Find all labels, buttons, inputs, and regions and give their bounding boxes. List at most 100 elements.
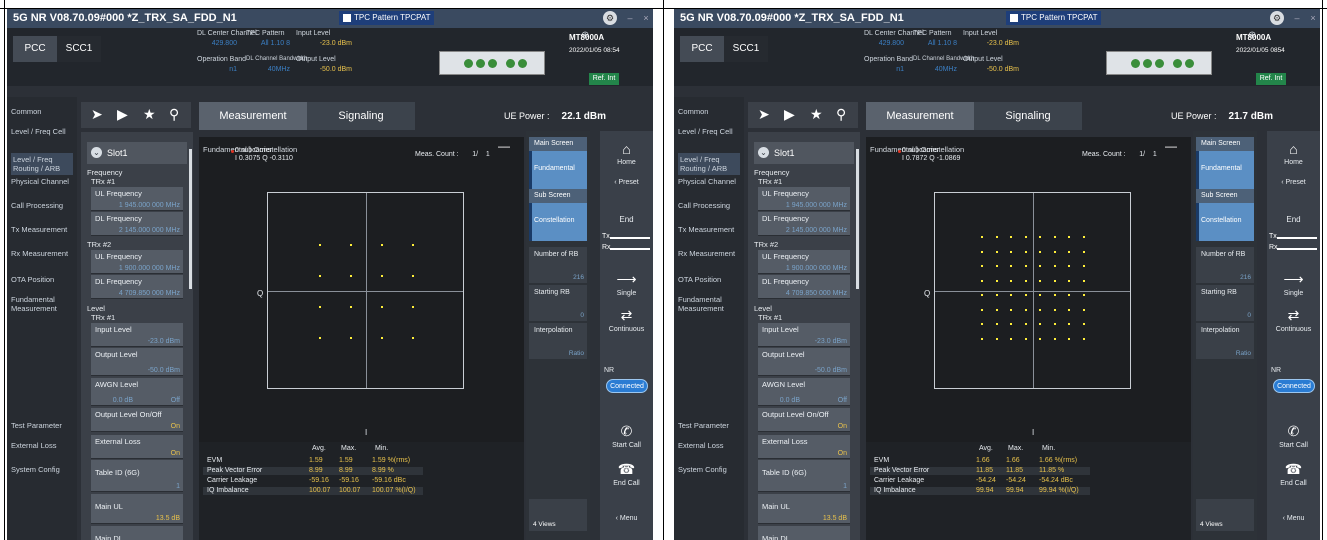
end-button[interactable]: End: [600, 215, 653, 224]
preset-button[interactable]: ‹ Preset: [600, 179, 653, 186]
sidebar-item-10[interactable]: External Loss: [678, 441, 740, 450]
tpc-pattern-badge[interactable]: TPC Pattern TPCPAT: [1006, 11, 1102, 25]
output-onoff-field[interactable]: Output Level On/Off On: [758, 408, 850, 432]
sidebar-item-7[interactable]: OTA Position: [678, 275, 740, 284]
search-icon[interactable]: ⚲: [169, 106, 179, 123]
tab-signaling[interactable]: Signaling: [307, 102, 415, 130]
collapse-icon[interactable]: —: [1165, 139, 1177, 153]
sidebar-item-8[interactable]: Fundamental Measurement: [678, 295, 740, 313]
sidebar-item-3[interactable]: Physical Channel: [678, 177, 740, 186]
home-button[interactable]: ⌂ Home: [1267, 141, 1320, 166]
menu-button[interactable]: ‹ Menu: [600, 515, 653, 522]
collapse-icon[interactable]: —: [498, 139, 510, 153]
parameter-scrollbar[interactable]: [189, 149, 192, 289]
sidebar-item-4[interactable]: Call Processing: [678, 201, 740, 210]
ul-frequency2-field[interactable]: UL Frequency 1 900.000 000 MHz: [758, 250, 850, 274]
star-icon[interactable]: ★: [143, 106, 156, 123]
dl-frequency2-field[interactable]: DL Frequency 4 709.850 000 MHz: [758, 275, 850, 299]
continuous-button[interactable]: ⇄ Continuous: [1267, 307, 1320, 333]
output-onoff-field[interactable]: Output Level On/Off On: [91, 408, 183, 432]
sidebar-item-2[interactable]: Level / Freq Routing / ARB: [11, 153, 73, 175]
ul-frequency-field[interactable]: UL Frequency 1 945.000 000 MHz: [91, 187, 183, 211]
sidebar-item-2[interactable]: Level / Freq Routing / ARB: [678, 153, 740, 175]
tpc-pattern-badge[interactable]: TPC Pattern TPCPAT: [339, 11, 435, 25]
main-ul-field[interactable]: Main UL 13.5 dB: [758, 494, 850, 524]
ref-int-button[interactable]: Ref. Int: [1256, 73, 1286, 85]
menu-button[interactable]: ‹ Menu: [1267, 515, 1320, 522]
sidebar-item-0[interactable]: Common: [11, 107, 73, 116]
connected-status-button[interactable]: Connected: [606, 379, 648, 393]
constellation-button[interactable]: Constellation: [1196, 203, 1254, 241]
external-loss-field[interactable]: External Loss On: [758, 435, 850, 459]
slot-selector[interactable]: ⌄ Slot1: [87, 142, 187, 164]
tab-measurement[interactable]: Measurement: [199, 102, 307, 130]
main-ul-field[interactable]: Main UL 13.5 dB: [91, 494, 183, 524]
sidebar-item-11[interactable]: System Config: [11, 465, 73, 474]
input-level-field[interactable]: Input Level -23.0 dBm: [758, 323, 850, 347]
sidebar-item-9[interactable]: Test Parameter: [11, 421, 73, 430]
sidebar-item-0[interactable]: Common: [678, 107, 740, 116]
tab-scc1[interactable]: SCC1: [724, 36, 768, 62]
sidebar-item-7[interactable]: OTA Position: [11, 275, 73, 284]
table-id-field[interactable]: Table ID (6G) 1: [91, 460, 183, 492]
close-icon[interactable]: ×: [639, 11, 653, 25]
output-level-field[interactable]: Output Level -50.0 dBm: [758, 348, 850, 376]
tab-scc1[interactable]: SCC1: [57, 36, 101, 62]
constellation-button[interactable]: Constellation: [529, 203, 587, 241]
awgn-level-field[interactable]: AWGN Level 0.0 dB Off: [758, 378, 850, 406]
tab-pcc[interactable]: PCC: [13, 36, 57, 62]
output-level-field[interactable]: Output Level -50.0 dBm: [91, 348, 183, 376]
input-level-field[interactable]: Input Level -23.0 dBm: [91, 323, 183, 347]
sidebar-item-4[interactable]: Call Processing: [11, 201, 73, 210]
sidebar-item-3[interactable]: Physical Channel: [11, 177, 73, 186]
number-of-rb-field[interactable]: Number of RB 216: [529, 247, 587, 283]
main-dl-field[interactable]: Main DL13.5 dB: [91, 526, 183, 540]
tab-pcc[interactable]: PCC: [680, 36, 724, 62]
awgn-level-field[interactable]: AWGN Level 0.0 dB Off: [91, 378, 183, 406]
interpolation-field[interactable]: Interpolation Ratio: [1196, 323, 1254, 359]
start-call-button[interactable]: ✆ Start Call: [600, 423, 653, 449]
sidebar-item-8[interactable]: Fundamental Measurement: [11, 295, 73, 313]
preset-button[interactable]: ‹ Preset: [1267, 179, 1320, 186]
ref-int-button[interactable]: Ref. Int: [589, 73, 619, 85]
tab-signaling[interactable]: Signaling: [974, 102, 1082, 130]
sequence-icon[interactable]: ▶: [784, 106, 795, 123]
slot-selector[interactable]: ⌄ Slot1: [754, 142, 854, 164]
starting-rb-field[interactable]: Starting RB 0: [529, 285, 587, 321]
continuous-button[interactable]: ⇄ Continuous: [600, 307, 653, 333]
views-button[interactable]: 4 Views: [1196, 499, 1254, 531]
dl-frequency2-field[interactable]: DL Frequency 4 709.850 000 MHz: [91, 275, 183, 299]
dl-frequency-field[interactable]: DL Frequency 2 145.000 000 MHz: [91, 212, 183, 236]
sidebar-item-5[interactable]: Tx Measurement: [11, 225, 73, 234]
end-call-button[interactable]: ☎ End Call: [600, 461, 653, 487]
fundamental-button[interactable]: Fundamental: [1196, 151, 1254, 189]
search-icon[interactable]: ⚲: [836, 106, 846, 123]
starting-rb-field[interactable]: Starting RB 0: [1196, 285, 1254, 321]
sidebar-item-5[interactable]: Tx Measurement: [678, 225, 740, 234]
views-button[interactable]: 4 Views: [529, 499, 587, 531]
connected-status-button[interactable]: Connected: [1273, 379, 1315, 393]
sidebar-item-6[interactable]: Rx Measurement: [11, 249, 73, 258]
interpolation-field[interactable]: Interpolation Ratio: [529, 323, 587, 359]
main-dl-field[interactable]: Main DL13.5 dB: [758, 526, 850, 540]
settings-icon[interactable]: ⚙: [1270, 11, 1284, 25]
sidebar-item-1[interactable]: Level / Freq Cell: [678, 127, 740, 136]
minimize-icon[interactable]: –: [623, 11, 637, 25]
single-button[interactable]: ⟶ Single: [600, 271, 653, 297]
external-loss-field[interactable]: External Loss On: [91, 435, 183, 459]
close-icon[interactable]: ×: [1306, 11, 1320, 25]
number-of-rb-field[interactable]: Number of RB 216: [1196, 247, 1254, 283]
play-icon[interactable]: ➤: [91, 106, 103, 123]
single-button[interactable]: ⟶ Single: [1267, 271, 1320, 297]
ul-frequency2-field[interactable]: UL Frequency 1 900.000 000 MHz: [91, 250, 183, 274]
minimize-icon[interactable]: –: [1290, 11, 1304, 25]
home-button[interactable]: ⌂ Home: [600, 141, 653, 166]
ul-frequency-field[interactable]: UL Frequency 1 945.000 000 MHz: [758, 187, 850, 211]
play-icon[interactable]: ➤: [758, 106, 770, 123]
star-icon[interactable]: ★: [810, 106, 823, 123]
start-call-button[interactable]: ✆ Start Call: [1267, 423, 1320, 449]
fundamental-button[interactable]: Fundamental: [529, 151, 587, 189]
sidebar-item-1[interactable]: Level / Freq Cell: [11, 127, 73, 136]
end-button[interactable]: End: [1267, 215, 1320, 224]
dl-frequency-field[interactable]: DL Frequency 2 145.000 000 MHz: [758, 212, 850, 236]
